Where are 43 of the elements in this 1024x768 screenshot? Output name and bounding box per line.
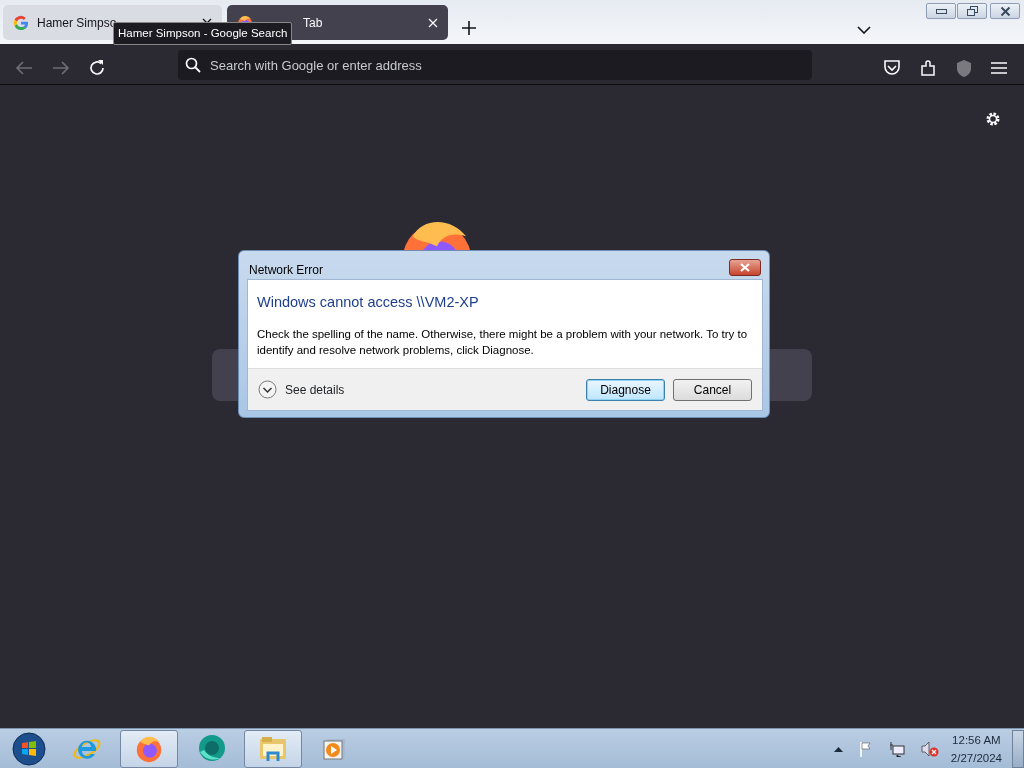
search-icon	[185, 57, 201, 73]
minimize-button[interactable]	[926, 3, 956, 19]
tooltip: Hamer Simpson - Google Search	[113, 22, 293, 46]
start-button[interactable]	[12, 731, 46, 766]
puzzle-icon[interactable]	[920, 58, 938, 77]
clock-time: 12:56 AM	[951, 732, 1002, 748]
reload-icon[interactable]	[88, 58, 106, 77]
taskbar-button[interactable]	[120, 729, 178, 768]
flag-icon[interactable]	[858, 740, 873, 757]
minimize-icon	[935, 6, 947, 16]
close-icon	[740, 263, 750, 272]
dialog-heading: Windows cannot access \\VM2-XP	[256, 293, 480, 312]
dialog-message: Check the spelling of the name. Otherwise, there might be a problem with your network. To try to identify and resolve network problems, click Diagnose.	[256, 326, 749, 358]
folder-icon	[258, 734, 288, 763]
new-tab-icon[interactable]	[462, 20, 476, 35]
address-field[interactable]: Search with Google or enter address	[178, 50, 812, 80]
details-link[interactable]: See details	[285, 380, 345, 399]
dialog-button[interactable]: Cancel	[673, 378, 752, 401]
close-icon	[999, 6, 1011, 16]
shield-icon[interactable]	[956, 58, 972, 77]
restore-icon	[966, 6, 978, 16]
forward-icon[interactable]	[52, 58, 70, 77]
close-button[interactable]	[990, 3, 1020, 19]
menu-icon[interactable]	[991, 60, 1007, 75]
tab-title: Tab	[302, 14, 324, 32]
show-desktop-button[interactable]	[1012, 729, 1024, 768]
chevron-down-icon[interactable]	[857, 25, 871, 34]
dialog-button[interactable]: Diagnose	[586, 378, 665, 401]
muted-speaker-icon[interactable]	[920, 740, 939, 757]
close-button[interactable]	[729, 259, 761, 276]
show-hidden-icon[interactable]	[833, 745, 843, 752]
expand-icon[interactable]	[258, 380, 277, 399]
back-icon[interactable]	[15, 58, 33, 77]
taskbar-button[interactable]	[244, 729, 302, 768]
clock-date: 2/27/2024	[950, 750, 1002, 766]
pocket-icon[interactable]	[883, 58, 901, 77]
dialog-title: Network Error	[249, 262, 323, 279]
firefox-icon	[135, 734, 163, 763]
network-icon[interactable]	[888, 740, 905, 757]
restore-button[interactable]	[957, 3, 987, 19]
close-icon[interactable]	[428, 17, 438, 28]
google-icon	[13, 14, 29, 31]
chat-bubble-icon	[196, 733, 226, 764]
